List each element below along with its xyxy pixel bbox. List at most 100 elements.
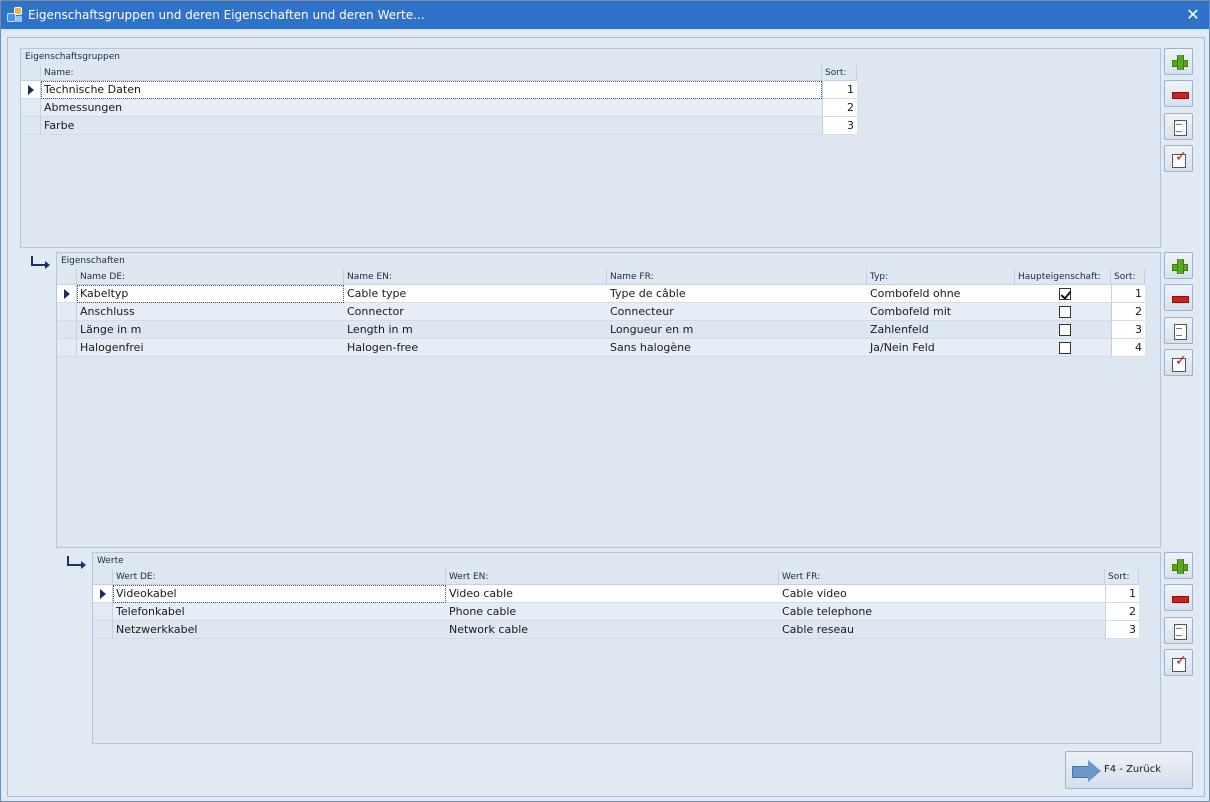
table-row[interactable]: Farbe 3 <box>21 117 857 135</box>
value-de-cell[interactable]: Telefonkabel <box>113 603 446 621</box>
property-name-fr-cell[interactable]: Type de câble <box>607 285 867 303</box>
table-row[interactable]: Kabeltyp Cable type Type de câble Combof… <box>57 285 1145 303</box>
haupteigenschaft-checkbox[interactable] <box>1058 306 1071 318</box>
group-name-cell[interactable]: Farbe <box>41 117 822 135</box>
haupteigenschaft-cell <box>1015 321 1111 339</box>
add-group-button[interactable] <box>1164 48 1193 75</box>
property-sort-cell[interactable]: 2 <box>1111 303 1145 321</box>
haupteigenschaft-checkbox[interactable] <box>1058 288 1071 300</box>
dialog-window: Eigenschaftsgruppen und deren Eigenschaf… <box>0 0 1210 802</box>
copy-value-button[interactable] <box>1164 617 1193 644</box>
table-row[interactable]: Länge in m Length in m Longueur en m Zah… <box>57 321 1145 339</box>
row-indicator <box>21 117 41 135</box>
group-name-cell[interactable]: Abmessungen <box>41 99 822 117</box>
row-indicator <box>57 303 77 321</box>
property-name-en-cell[interactable]: Cable type <box>344 285 607 303</box>
table-row[interactable]: Halogenfrei Halogen-free Sans halogène J… <box>57 339 1145 357</box>
values-panel: Werte Wert DE: Wert EN: Wert FR: Sort: V… <box>92 552 1161 744</box>
dialog-client-area: Eigenschaftsgruppen Name: Sort: Technisc… <box>7 37 1205 797</box>
property-name-en-cell[interactable]: Length in m <box>344 321 607 339</box>
property-sort-cell[interactable]: 3 <box>1111 321 1145 339</box>
value-en-cell[interactable]: Phone cable <box>446 603 779 621</box>
row-indicator-header <box>21 65 41 81</box>
remove-value-button[interactable] <box>1164 584 1193 611</box>
table-row[interactable]: Videokabel Video cable Cable video 1 <box>93 585 1139 603</box>
value-fr-cell[interactable]: Cable telephone <box>779 603 1105 621</box>
back-button-label: F4 - Zurück <box>1104 764 1162 775</box>
property-name-fr-cell[interactable]: Sans halogène <box>607 339 867 357</box>
table-row[interactable]: Technische Daten 1 <box>21 81 857 99</box>
copy-group-button[interactable] <box>1164 113 1193 140</box>
edit-property-button[interactable] <box>1164 349 1193 376</box>
values-caption: Werte <box>97 556 124 566</box>
groups-grid: Name: Sort: Technische Daten 1 Abmessung… <box>21 65 857 135</box>
title-bar[interactable]: Eigenschaftsgruppen und deren Eigenschaf… <box>1 1 1209 29</box>
haupteigenschaft-checkbox[interactable] <box>1058 324 1071 336</box>
property-name-en-cell[interactable]: Connector <box>344 303 607 321</box>
haupteigenschaft-checkbox[interactable] <box>1058 342 1071 354</box>
group-sort-cell[interactable]: 3 <box>822 117 857 135</box>
add-value-button[interactable] <box>1164 552 1193 579</box>
value-en-cell[interactable]: Network cable <box>446 621 779 639</box>
table-row[interactable]: Telefonkabel Phone cable Cable telephone… <box>93 603 1139 621</box>
value-de-cell[interactable]: Netzwerkkabel <box>113 621 446 639</box>
column-header-typ[interactable]: Typ: <box>867 269 1015 285</box>
property-sort-cell[interactable]: 1 <box>1111 285 1145 303</box>
property-typ-cell[interactable]: Ja/Nein Feld <box>867 339 1015 357</box>
column-header-name-en[interactable]: Name EN: <box>344 269 607 285</box>
column-header-sort[interactable]: Sort: <box>1105 569 1139 585</box>
column-header-sort[interactable]: Sort: <box>1111 269 1145 285</box>
column-header-name-de[interactable]: Name DE: <box>77 269 344 285</box>
value-fr-cell[interactable]: Cable reseau <box>779 621 1105 639</box>
value-fr-cell[interactable]: Cable video <box>779 585 1105 603</box>
column-header-name[interactable]: Name: <box>41 65 822 81</box>
property-name-de-cell[interactable]: Halogenfrei <box>77 339 344 357</box>
row-indicator <box>93 603 113 621</box>
value-sort-cell[interactable]: 2 <box>1105 603 1139 621</box>
table-row[interactable]: Anschluss Connector Connecteur Combofeld… <box>57 303 1145 321</box>
column-header-wert-de[interactable]: Wert DE: <box>113 569 446 585</box>
edit-group-button[interactable] <box>1164 145 1193 172</box>
column-header-wert-en[interactable]: Wert EN: <box>446 569 779 585</box>
groups-panel: Eigenschaftsgruppen Name: Sort: Technisc… <box>20 48 1161 248</box>
remove-group-button[interactable] <box>1164 80 1193 107</box>
property-typ-cell[interactable]: Combofeld ohne <box>867 285 1015 303</box>
properties-caption: Eigenschaften <box>61 256 125 266</box>
values-grid: Wert DE: Wert EN: Wert FR: Sort: Videoka… <box>93 569 1139 639</box>
row-indicator <box>57 339 77 357</box>
table-row[interactable]: Netzwerkkabel Network cable Cable reseau… <box>93 621 1139 639</box>
group-name-cell[interactable]: Technische Daten <box>41 81 822 99</box>
property-typ-cell[interactable]: Combofeld mit <box>867 303 1015 321</box>
back-button[interactable]: F4 - Zurück <box>1065 751 1193 789</box>
group-sort-cell[interactable]: 1 <box>822 81 857 99</box>
close-button[interactable]: ✕ <box>1177 1 1209 29</box>
column-header-wert-fr[interactable]: Wert FR: <box>779 569 1105 585</box>
edit-value-button[interactable] <box>1164 649 1193 676</box>
value-de-cell[interactable]: Videokabel <box>113 585 446 603</box>
current-row-arrow-icon <box>64 289 70 299</box>
property-sort-cell[interactable]: 4 <box>1111 339 1145 357</box>
property-name-en-cell[interactable]: Halogen-free <box>344 339 607 357</box>
column-header-sort[interactable]: Sort: <box>822 65 857 81</box>
value-en-cell[interactable]: Video cable <box>446 585 779 603</box>
add-property-button[interactable] <box>1164 252 1193 279</box>
column-header-name-fr[interactable]: Name FR: <box>607 269 867 285</box>
remove-property-button[interactable] <box>1164 284 1193 311</box>
value-sort-cell[interactable]: 1 <box>1105 585 1139 603</box>
group-sort-cell[interactable]: 2 <box>822 99 857 117</box>
property-typ-cell[interactable]: Zahlenfeld <box>867 321 1015 339</box>
row-indicator <box>93 621 113 639</box>
haupteigenschaft-cell <box>1015 285 1111 303</box>
property-name-de-cell[interactable]: Länge in m <box>77 321 344 339</box>
property-name-de-cell[interactable]: Kabeltyp <box>77 285 344 303</box>
property-name-fr-cell[interactable]: Longueur en m <box>607 321 867 339</box>
property-name-de-cell[interactable]: Anschluss <box>77 303 344 321</box>
properties-panel: Eigenschaften Name DE: Name EN: Name FR:… <box>56 252 1161 548</box>
table-row[interactable]: Abmessungen 2 <box>21 99 857 117</box>
copy-property-button[interactable] <box>1164 317 1193 344</box>
link-arrow-icon <box>67 556 86 569</box>
value-sort-cell[interactable]: 3 <box>1105 621 1139 639</box>
window-title: Eigenschaftsgruppen und deren Eigenschaf… <box>28 8 425 22</box>
property-name-fr-cell[interactable]: Connecteur <box>607 303 867 321</box>
column-header-haupteigenschaft[interactable]: Haupteigenschaft: <box>1015 269 1111 285</box>
